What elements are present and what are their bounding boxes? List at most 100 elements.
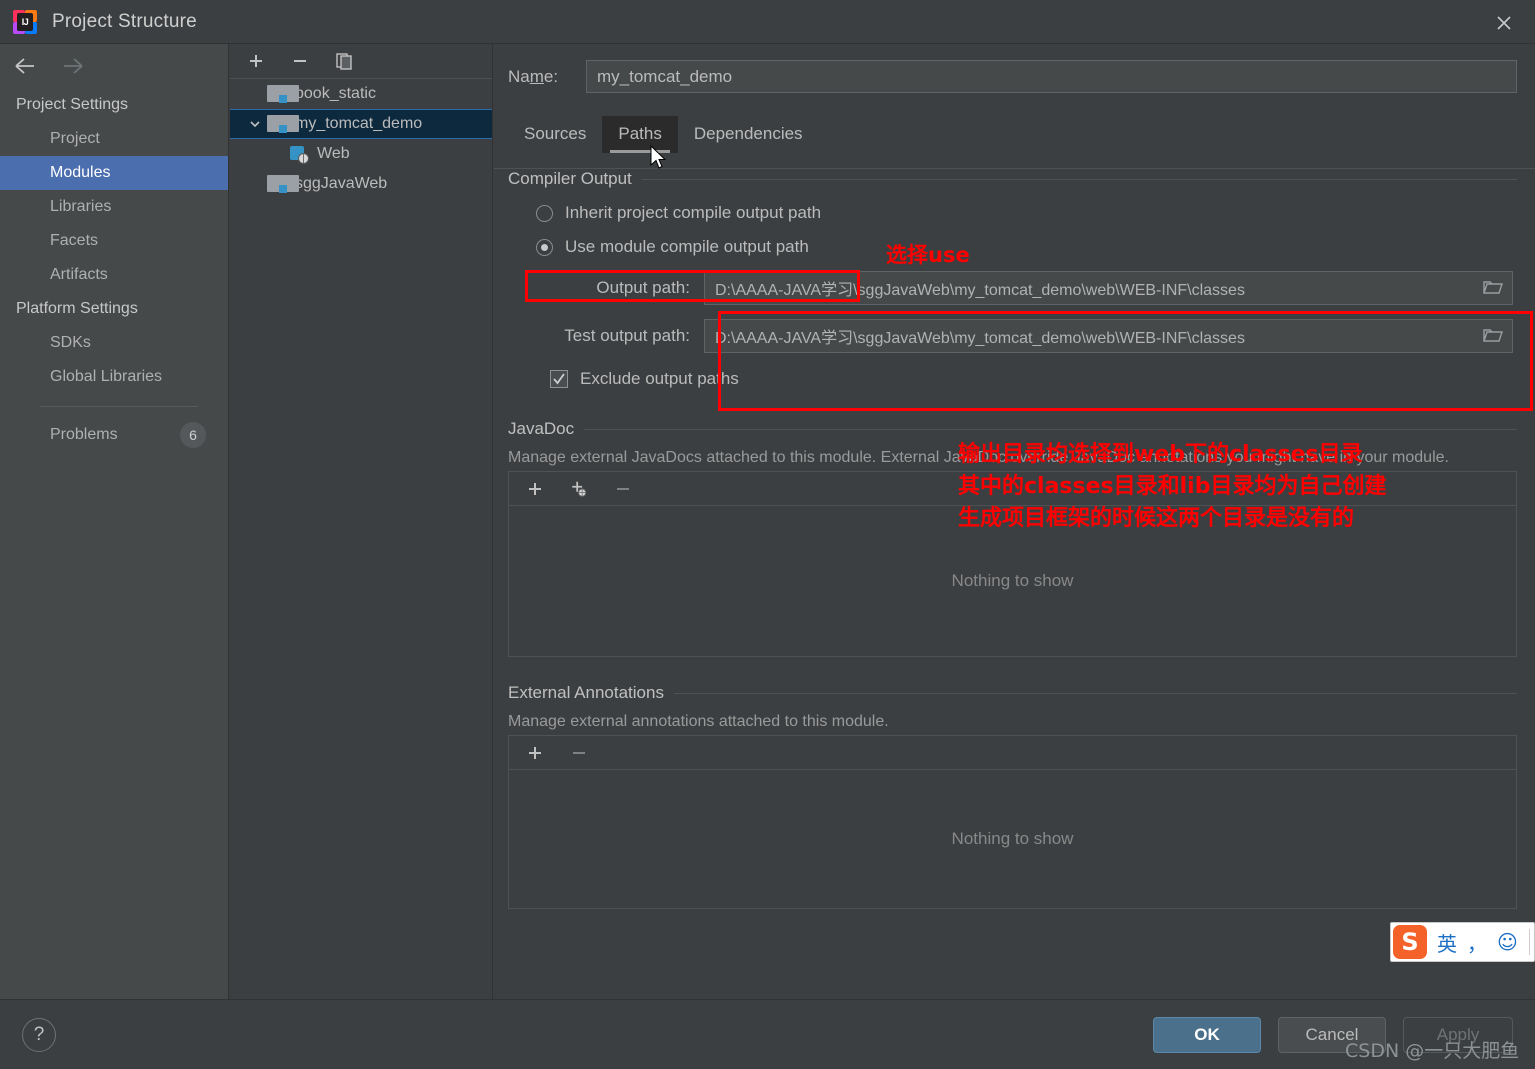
radio-use-label: Use module compile output path [565, 237, 809, 256]
test-output-path-value: D:\AAAA-JAVA学习\sggJavaWeb\my_tomcat_demo… [715, 330, 1245, 347]
sidebar-divider [40, 406, 198, 407]
module-name-row: Name: [494, 44, 1535, 93]
test-output-path-label: Test output path: [564, 326, 690, 345]
plus-icon[interactable] [523, 741, 547, 765]
compiler-output-section-header: Compiler Output [508, 169, 1517, 189]
sidebar-item-facets[interactable]: Facets [0, 224, 228, 258]
output-path-label: Output path: [596, 278, 690, 297]
checkbox-checked-icon [550, 370, 568, 388]
ime-divider [1529, 929, 1530, 955]
plus-icon[interactable] [523, 477, 547, 501]
plus-icon[interactable] [244, 49, 268, 73]
external-annotations-toolbar [508, 735, 1517, 769]
sidebar-item-global-libraries[interactable]: Global Libraries [0, 360, 228, 394]
minus-icon[interactable] [567, 741, 591, 765]
output-path-value: D:\AAAA-JAVA学习\sggJavaWeb\my_tomcat_demo… [715, 282, 1245, 299]
javadoc-title: JavaDoc [508, 419, 575, 438]
arrow-right-icon[interactable] [58, 53, 88, 79]
tree-node-sggjavaweb[interactable]: sggJavaWeb [230, 169, 492, 199]
sidebar-item-sdks[interactable]: SDKs [0, 326, 228, 360]
javadoc-toolbar [508, 471, 1517, 505]
sidebar-item-libraries[interactable]: Libraries [0, 190, 228, 224]
settings-sidebar: Project Settings Project Modules Librari… [0, 44, 229, 999]
compiler-output-title: Compiler Output [508, 169, 632, 188]
sidebar-item-problems[interactable]: Problems 6 [0, 417, 228, 453]
sidebar-item-project[interactable]: Project [0, 122, 228, 156]
ime-language-mode[interactable]: 英 [1437, 928, 1457, 957]
external-annotations-section-header: External Annotations [508, 683, 1517, 703]
sidebar-group-project-settings: Project Settings [16, 96, 129, 113]
module-tabs: Sources Paths Dependencies [508, 113, 1535, 153]
external-annotations-title: External Annotations [508, 683, 664, 702]
tab-dependencies[interactable]: Dependencies [678, 116, 819, 153]
tree-node-label: Web [317, 145, 350, 162]
title-bar: IJ Project Structure [0, 0, 1535, 44]
close-icon[interactable] [1487, 8, 1521, 38]
tree-node-book-static[interactable]: book_static [230, 79, 492, 109]
tree-node-label: sggJavaWeb [295, 175, 388, 192]
module-tree-toolbar [230, 44, 492, 79]
exclude-output-paths-checkbox[interactable]: Exclude output paths [550, 369, 1535, 389]
ime-punctuation-toggle[interactable]: ， [1467, 928, 1487, 957]
tree-node-label: book_static [295, 85, 376, 102]
tree-node-label: my_tomcat_demo [295, 115, 423, 132]
radio-button-icon [536, 204, 553, 222]
javadoc-section-header: JavaDoc [508, 419, 1517, 439]
plus-globe-icon[interactable] [567, 477, 591, 501]
sidebar-item-artifacts[interactable]: Artifacts [0, 258, 228, 292]
external-annotations-description: Manage external annotations attached to … [508, 713, 889, 730]
output-path-row: Output path: D:\AAAA-JAVA学习\sggJavaWeb\m… [494, 271, 1535, 305]
sidebar-group-platform-settings: Platform Settings [16, 300, 138, 317]
copy-icon[interactable] [332, 49, 356, 73]
logo-inner-text: IJ [17, 12, 33, 31]
radio-use-module-output[interactable]: Use module compile output path [536, 237, 1535, 257]
sogou-ime-toolbar[interactable]: S 英 ， ☺ [1390, 922, 1535, 962]
sidebar-item-problems-label: Problems [50, 426, 118, 443]
javadoc-list[interactable]: Nothing to show [508, 505, 1517, 657]
minus-icon[interactable] [611, 477, 635, 501]
dialog-footer: ? OK Cancel Apply [0, 999, 1535, 1069]
radio-button-selected-icon [536, 238, 553, 256]
external-annotations-empty-text: Nothing to show [951, 829, 1074, 848]
javadoc-description: Manage external JavaDocs attached to thi… [508, 449, 1449, 466]
section-divider [673, 692, 1517, 694]
tab-sources[interactable]: Sources [508, 116, 602, 153]
module-folder-icon [266, 85, 299, 103]
module-folder-icon [266, 115, 299, 133]
folder-browse-icon[interactable] [1482, 279, 1504, 297]
tab-paths[interactable]: Paths [602, 116, 678, 153]
javadoc-empty-text: Nothing to show [951, 571, 1074, 590]
output-path-field[interactable]: D:\AAAA-JAVA学习\sggJavaWeb\my_tomcat_demo… [704, 271, 1513, 305]
module-settings-panel: Name: Sources Paths Dependencies Compile… [494, 44, 1535, 999]
radio-inherit-label: Inherit project compile output path [565, 203, 822, 222]
csdn-watermark: CSDN @一只大肥鱼 [1345, 1040, 1520, 1062]
sogou-logo-icon[interactable]: S [1393, 925, 1427, 959]
tree-node-my-tomcat-demo[interactable]: my_tomcat_demo [230, 109, 492, 139]
section-divider [584, 428, 1517, 430]
module-name-input[interactable] [586, 60, 1517, 93]
web-facet-icon [288, 145, 310, 164]
sidebar-navigation [0, 44, 228, 88]
module-folder-icon [266, 175, 299, 193]
tree-node-web[interactable]: Web [230, 139, 492, 169]
problems-count-badge: 6 [180, 422, 206, 448]
minus-icon[interactable] [288, 49, 312, 73]
question-mark-icon[interactable]: ? [22, 1018, 56, 1052]
module-name-label: Name: [508, 66, 559, 86]
intellij-idea-logo-icon: IJ [12, 9, 38, 35]
module-tree-pane: book_static my_tomcat_demo Web sggJavaWe… [230, 44, 493, 999]
test-output-path-field[interactable]: D:\AAAA-JAVA学习\sggJavaWeb\my_tomcat_demo… [704, 319, 1513, 353]
window-title: Project Structure [52, 10, 197, 32]
sidebar-item-modules[interactable]: Modules [0, 156, 228, 190]
chevron-down-icon[interactable] [244, 118, 266, 130]
section-divider [641, 178, 1517, 180]
ok-button[interactable]: OK [1153, 1017, 1261, 1053]
tab-bottom-border [494, 168, 1535, 169]
external-annotations-list[interactable]: Nothing to show [508, 769, 1517, 909]
test-output-path-row: Test output path: D:\AAAA-JAVA学习\sggJava… [494, 319, 1535, 353]
ime-emoji-icon[interactable]: ☺ [1497, 930, 1518, 954]
folder-browse-icon[interactable] [1482, 327, 1504, 345]
arrow-left-icon[interactable] [10, 53, 40, 79]
radio-inherit-project-output[interactable]: Inherit project compile output path [536, 203, 1535, 223]
exclude-output-paths-label: Exclude output paths [580, 369, 739, 388]
